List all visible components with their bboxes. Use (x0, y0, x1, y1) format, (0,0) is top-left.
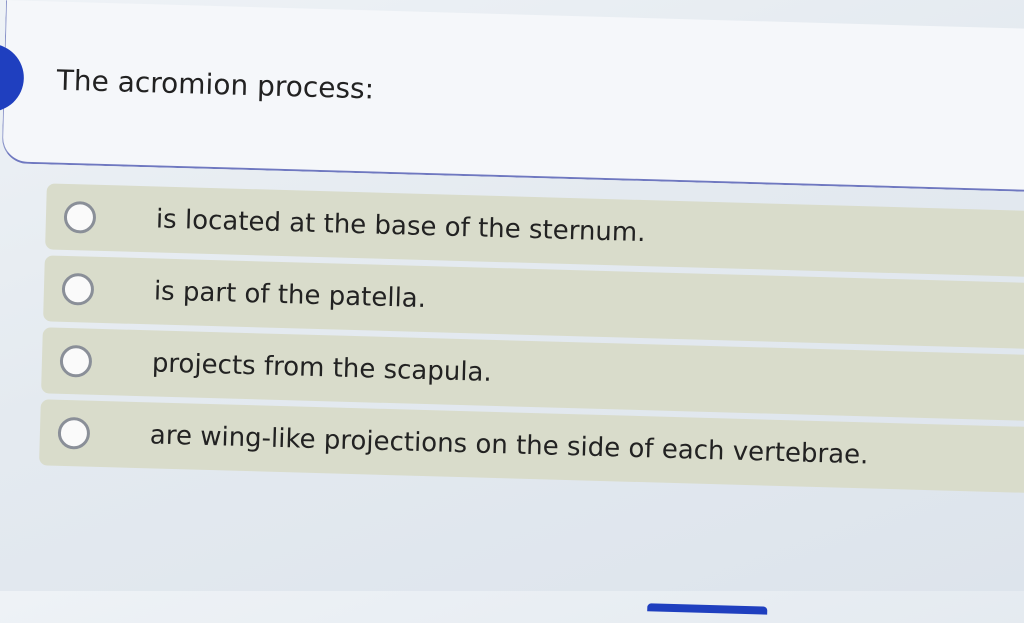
answer-option-label: is located at the base of the sternum. (155, 204, 646, 249)
question-card: The acromion process: (1, 0, 1024, 193)
radio-button-icon[interactable] (57, 416, 91, 450)
radio-button-icon[interactable] (59, 344, 93, 378)
radio-button-icon[interactable] (61, 272, 95, 306)
answer-option-label: are wing-like projections on the side of… (149, 420, 869, 471)
answer-option-label: is part of the patella. (153, 276, 427, 315)
quiz-stage: The acromion process: is located at the … (0, 0, 1024, 619)
question-text: The acromion process: (56, 63, 375, 106)
answer-option-label: projects from the scapula. (151, 348, 493, 388)
next-button-edge[interactable] (647, 603, 768, 615)
answer-choices: is located at the base of the sternum. i… (39, 183, 1024, 500)
radio-button-icon[interactable] (63, 200, 97, 234)
